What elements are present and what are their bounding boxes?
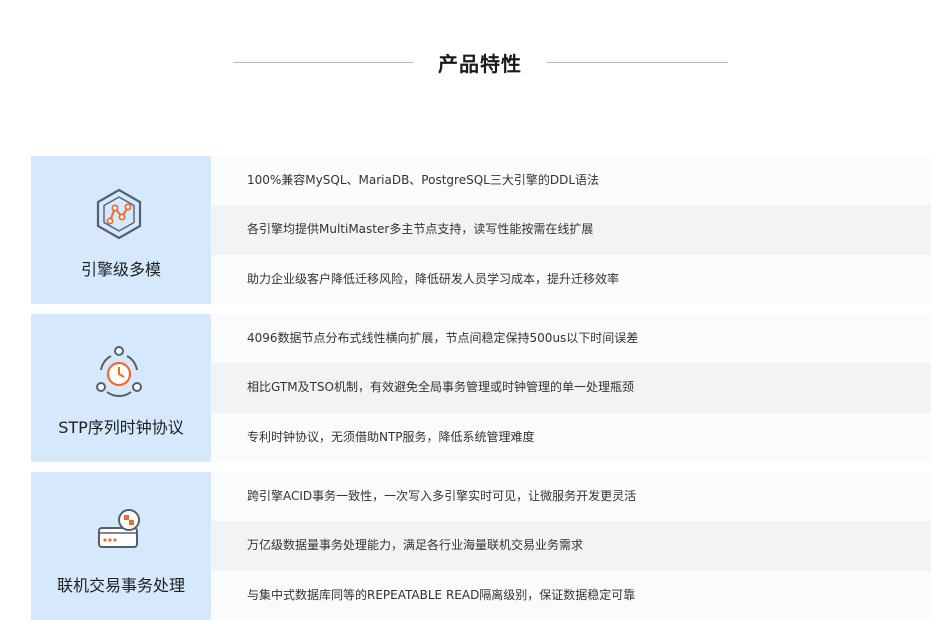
feature-rows: 4096数据节点分布式线性横向扩展，节点间稳定保持500us以下时间误差 相比G…	[211, 314, 931, 462]
feature-group-stp-clock: STP序列时钟协议 4096数据节点分布式线性横向扩展，节点间稳定保持500us…	[31, 314, 931, 462]
header-divider-right	[547, 62, 728, 63]
feature-group-oltp: 联机交易事务处理 跨引擎ACID事务一致性，一次写入多引擎实时可见，让微服务开发…	[31, 472, 931, 620]
feature-row: 万亿级数据量事务处理能力，满足各行业海量联机交易业务需求	[211, 521, 931, 571]
feature-label-box: STP序列时钟协议	[31, 314, 211, 462]
feature-rows: 100%兼容MySQL、MariaDB、PostgreSQL三大引擎的DDL语法…	[211, 156, 931, 304]
clock-network-icon	[96, 346, 142, 397]
section-header: 产品特性	[0, 40, 951, 84]
feature-name: STP序列时钟协议	[58, 418, 184, 437]
feature-row: 各引擎均提供MultiMaster多主节点支持，读写性能按需在线扩展	[211, 205, 931, 255]
feature-rows: 跨引擎ACID事务一致性，一次写入多引擎实时可见，让微服务开发更灵活 万亿级数据…	[211, 472, 931, 620]
feature-row: 相比GTM及TSO机制，有效避免全局事务管理或时钟管理的单一处理瓶颈	[211, 363, 931, 413]
feature-row: 100%兼容MySQL、MariaDB、PostgreSQL三大引擎的DDL语法	[211, 156, 931, 206]
header-divider-left	[233, 62, 413, 63]
transaction-card-icon	[98, 509, 140, 548]
hexagon-graph-icon	[96, 188, 142, 240]
feature-group-multimodel: 引擎级多模 100%兼容MySQL、MariaDB、PostgreSQL三大引擎…	[31, 156, 931, 304]
feature-label-box: 联机交易事务处理	[31, 472, 211, 620]
section-title: 产品特性	[438, 52, 522, 76]
feature-name: 引擎级多模	[80, 260, 161, 279]
feature-label-box: 引擎级多模	[31, 156, 211, 304]
feature-row: 4096数据节点分布式线性横向扩展，节点间稳定保持500us以下时间误差	[211, 314, 931, 364]
feature-row: 与集中式数据库同等的REPEATABLE READ隔离级别，保证数据稳定可靠	[211, 570, 931, 620]
feature-row: 跨引擎ACID事务一致性，一次写入多引擎实时可见，让微服务开发更灵活	[211, 472, 931, 522]
feature-row: 助力企业级客户降低迁移风险，降低研发人员学习成本，提升迁移效率	[211, 254, 931, 304]
feature-row: 专利时钟协议，无须借助NTP服务，降低系统管理难度	[211, 412, 931, 462]
feature-name: 联机交易事务处理	[56, 576, 185, 595]
